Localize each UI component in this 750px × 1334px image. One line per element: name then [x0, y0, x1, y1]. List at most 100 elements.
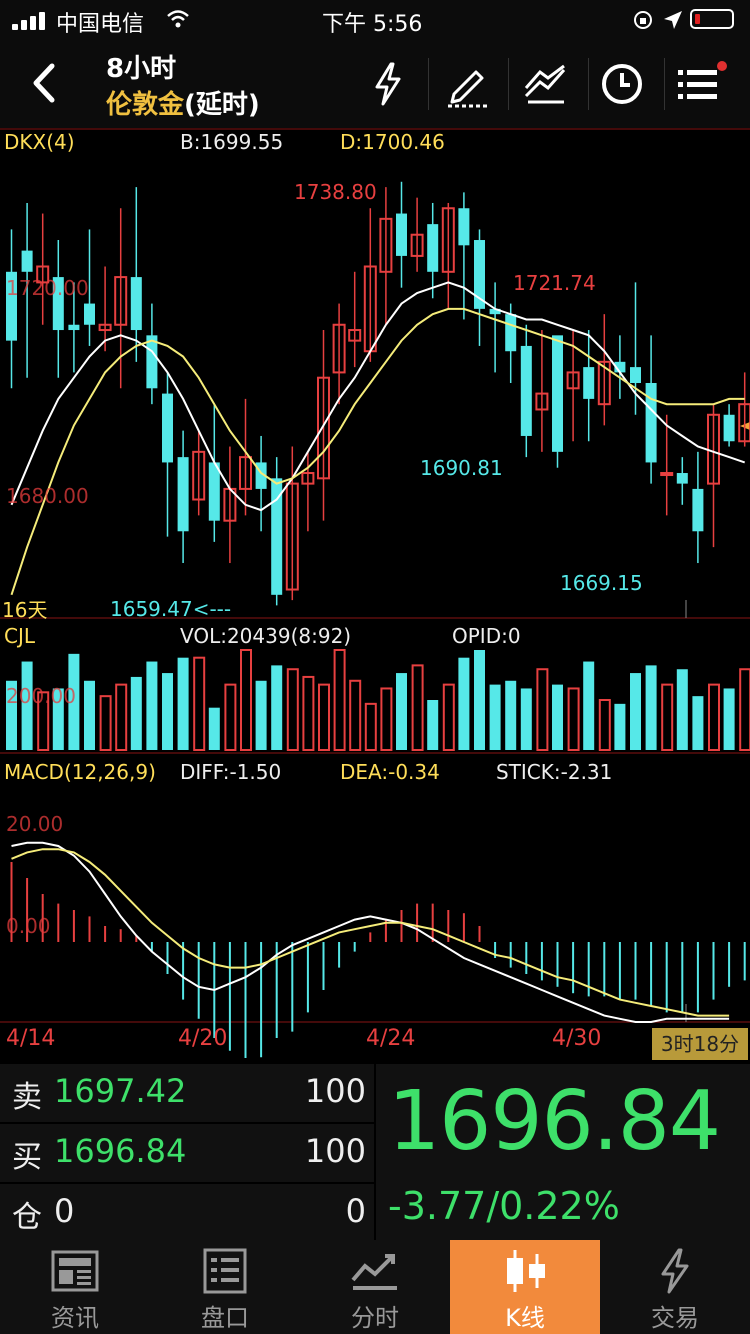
volume-bar: [536, 668, 549, 752]
candle-body: [520, 345, 532, 436]
position-label: 仓: [12, 1200, 42, 1235]
candle-body: [177, 457, 189, 532]
sell-row[interactable]: 卖 1697.42 100: [0, 1064, 374, 1122]
trough-price-label: 1690.81: [420, 456, 503, 480]
bar-countdown: 3时18分: [652, 1028, 748, 1060]
tab-label: 交易: [651, 1304, 699, 1332]
tab-news[interactable]: 资讯: [0, 1240, 150, 1334]
indicator-lines-icon[interactable]: [518, 56, 574, 112]
position-value: 0: [54, 1192, 75, 1230]
buy-row[interactable]: 买 1696.84 100: [0, 1124, 374, 1182]
price-level-lower: 1680.00: [6, 484, 89, 508]
candle-body: [130, 277, 142, 331]
buy-volume: 100: [304, 1132, 366, 1170]
date-label: 4/20: [178, 1026, 228, 1051]
menu-icon[interactable]: [672, 56, 728, 112]
tab-timeshare[interactable]: 分时: [300, 1240, 450, 1334]
draw-pen-icon[interactable]: [440, 56, 496, 112]
high-price-label: 1738.80: [294, 180, 377, 204]
indicator-name[interactable]: DKX(4): [4, 130, 75, 154]
news-icon: [51, 1250, 99, 1292]
candle-body: [583, 367, 595, 399]
date-label: 4/14: [6, 1026, 56, 1051]
divider: [588, 58, 589, 110]
tab-orderbook[interactable]: 盘口: [150, 1240, 300, 1334]
candlestick-icon: [507, 1250, 545, 1292]
volume-value: VOL:20439(8:92): [180, 624, 352, 648]
candle-body: [21, 250, 33, 272]
volume-bar: [162, 673, 173, 750]
sell-label: 卖: [12, 1080, 42, 1115]
divider: [374, 1064, 376, 1240]
volume-bar: [458, 657, 470, 750]
volume-bar: [739, 668, 750, 752]
volume-bar: [723, 688, 735, 750]
volume-bar: [271, 665, 283, 750]
tab-trade[interactable]: 交易: [600, 1240, 750, 1334]
instrument-title: 伦敦金(延时): [106, 84, 260, 121]
macd-level-20: 20.00: [6, 812, 64, 836]
volume-bar: [286, 668, 299, 752]
candle-body: [458, 208, 470, 246]
position-row: 仓 0 0: [0, 1184, 374, 1242]
volume-bar: [520, 688, 532, 750]
volume-bar: [146, 661, 158, 750]
period-span-label: 16天: [2, 598, 48, 622]
position-volume: 0: [345, 1192, 366, 1230]
volume-bar: [364, 702, 377, 751]
lowest-price-label: 1659.47<---: [110, 597, 232, 621]
flash-icon[interactable]: [360, 56, 416, 112]
volume-bar: [130, 676, 142, 750]
candle-body: [68, 324, 80, 331]
peak-price-label: 1721.74: [513, 271, 596, 295]
volume-bar: [224, 683, 237, 751]
volume-bar: [692, 696, 704, 750]
volume-bar: [115, 683, 128, 751]
location-icon: [664, 11, 682, 29]
clock-icon[interactable]: [594, 56, 650, 112]
tab-kline[interactable]: K线: [450, 1240, 600, 1334]
low-price-label: 1669.15: [560, 571, 643, 595]
buy-price: 1696.84: [54, 1132, 187, 1170]
macd-dea-value: DEA:-0.34: [340, 760, 440, 784]
divider: [428, 58, 429, 110]
volume-bar: [240, 649, 252, 751]
candle-body: [630, 367, 641, 383]
candle-body: [660, 472, 674, 477]
volume-bar: [380, 687, 393, 752]
orderbook-icon: [203, 1248, 247, 1294]
buy-label: 买: [12, 1140, 42, 1175]
b-value: B:1699.55: [180, 130, 284, 154]
candle-body: [552, 335, 563, 452]
volume-bar: [177, 657, 189, 750]
clock: 下午 5:56: [322, 12, 423, 37]
volume-bar: [474, 650, 485, 750]
tab-label: 分时: [351, 1304, 399, 1332]
volume-bar: [598, 699, 611, 751]
carrier-name: 中国电信: [56, 12, 145, 37]
candle-body: [505, 314, 517, 352]
macd-indicator-name[interactable]: MACD(12,26,9): [4, 760, 156, 784]
candle-body: [723, 414, 735, 442]
kline-chart[interactable]: DKX(4) B:1699.55 D:1700.46 1738.80 1720.…: [0, 128, 750, 1060]
volume-indicator-name[interactable]: CJL: [4, 624, 35, 648]
volume-bar: [661, 683, 674, 751]
madkx-line: [10, 307, 745, 596]
back-icon[interactable]: [20, 58, 70, 108]
nav-bar: 8小时 伦敦金(延时): [0, 40, 750, 128]
tab-label: K线: [505, 1304, 545, 1332]
price-level-upper: 1720.00: [6, 276, 89, 300]
volume-bar: [552, 684, 563, 750]
quote-panel: 卖 1697.42 100 买 1696.84 100 仓 0 0 1696.8…: [0, 1064, 750, 1240]
volume-bar: [567, 687, 580, 752]
volume-bar: [442, 683, 455, 751]
volume-bar: [84, 680, 95, 750]
rotation-lock-icon: [634, 11, 652, 29]
dkx-line: [10, 281, 746, 512]
volume-bar: [349, 679, 362, 751]
instrument-suffix: (延时): [184, 90, 260, 120]
sell-price: 1697.42: [54, 1072, 187, 1110]
volume-bar: [645, 665, 657, 750]
volume-bar: [708, 683, 720, 751]
macd-stick-value: STICK:-2.31: [496, 760, 613, 784]
